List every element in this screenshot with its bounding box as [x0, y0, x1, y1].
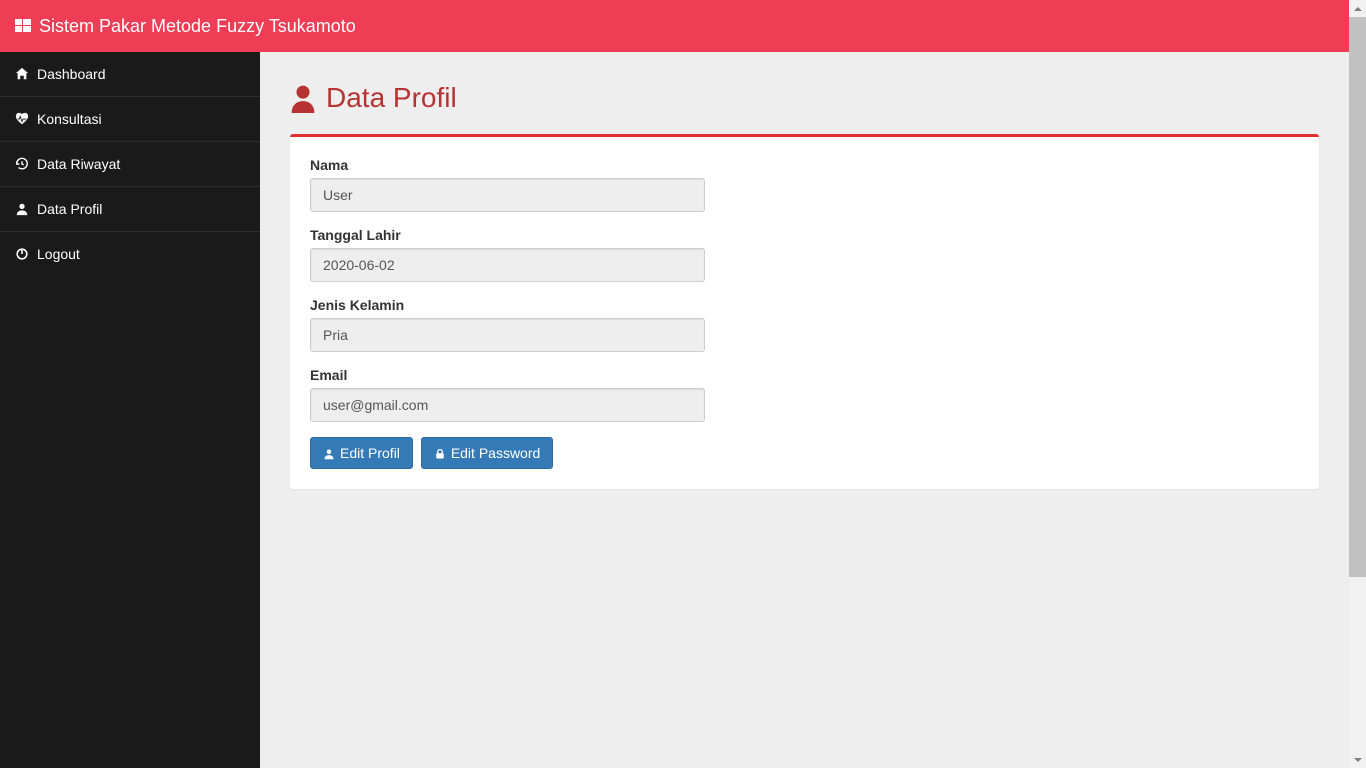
field-tgl-label: Tanggal Lahir [310, 227, 1299, 243]
windows-icon [15, 18, 31, 34]
edit-profil-label: Edit Profil [340, 445, 400, 461]
tanggal-lahir-input[interactable] [310, 248, 705, 282]
user-icon [290, 84, 316, 112]
lock-icon [434, 447, 446, 459]
sidebar-item-label: Data Profil [37, 201, 102, 217]
user-icon [15, 202, 29, 216]
power-icon [15, 247, 29, 261]
sidebar-item-dashboard[interactable]: Dashboard [0, 52, 260, 96]
user-icon [323, 447, 335, 459]
home-icon [15, 67, 29, 81]
profile-panel: Nama Tanggal Lahir Jenis Kelamin Email E… [290, 134, 1319, 489]
scrollbar-track[interactable] [1349, 17, 1366, 751]
sidebar-item-profil[interactable]: Data Profil [0, 186, 260, 231]
scrollbar[interactable] [1349, 0, 1366, 768]
edit-password-label: Edit Password [451, 445, 540, 461]
field-email-label: Email [310, 367, 1299, 383]
field-jk-label: Jenis Kelamin [310, 297, 1299, 313]
sidebar-item-riwayat[interactable]: Data Riwayat [0, 141, 260, 186]
heartbeat-icon [15, 112, 29, 126]
field-tanggal-lahir: Tanggal Lahir [310, 227, 1299, 282]
edit-profil-button[interactable]: Edit Profil [310, 437, 413, 469]
sidebar-item-label: Konsultasi [37, 111, 102, 127]
scrollbar-up-button[interactable] [1349, 0, 1366, 17]
sidebar: Dashboard Konsultasi Data Riwayat Data P… [0, 52, 260, 768]
sidebar-item-logout[interactable]: Logout [0, 231, 260, 276]
scrollbar-down-button[interactable] [1349, 751, 1366, 768]
sidebar-item-konsultasi[interactable]: Konsultasi [0, 96, 260, 141]
scrollbar-thumb[interactable] [1349, 17, 1366, 577]
chevron-down-icon [1354, 758, 1362, 762]
nama-input[interactable] [310, 178, 705, 212]
brand-title[interactable]: Sistem Pakar Metode Fuzzy Tsukamoto [39, 16, 356, 37]
sidebar-item-label: Data Riwayat [37, 156, 120, 172]
field-nama-label: Nama [310, 157, 1299, 173]
topbar: Sistem Pakar Metode Fuzzy Tsukamoto [0, 0, 1349, 52]
history-icon [15, 157, 29, 171]
page-title: Data Profil [290, 82, 1319, 114]
sidebar-item-label: Logout [37, 246, 80, 262]
field-nama: Nama [310, 157, 1299, 212]
content-area: Data Profil Nama Tanggal Lahir Jenis Kel… [260, 52, 1349, 768]
chevron-up-icon [1354, 7, 1362, 11]
field-jenis-kelamin: Jenis Kelamin [310, 297, 1299, 352]
page-title-text: Data Profil [326, 82, 457, 114]
email-input[interactable] [310, 388, 705, 422]
jenis-kelamin-input[interactable] [310, 318, 705, 352]
field-email: Email [310, 367, 1299, 422]
sidebar-item-label: Dashboard [37, 66, 106, 82]
edit-password-button[interactable]: Edit Password [421, 437, 553, 469]
